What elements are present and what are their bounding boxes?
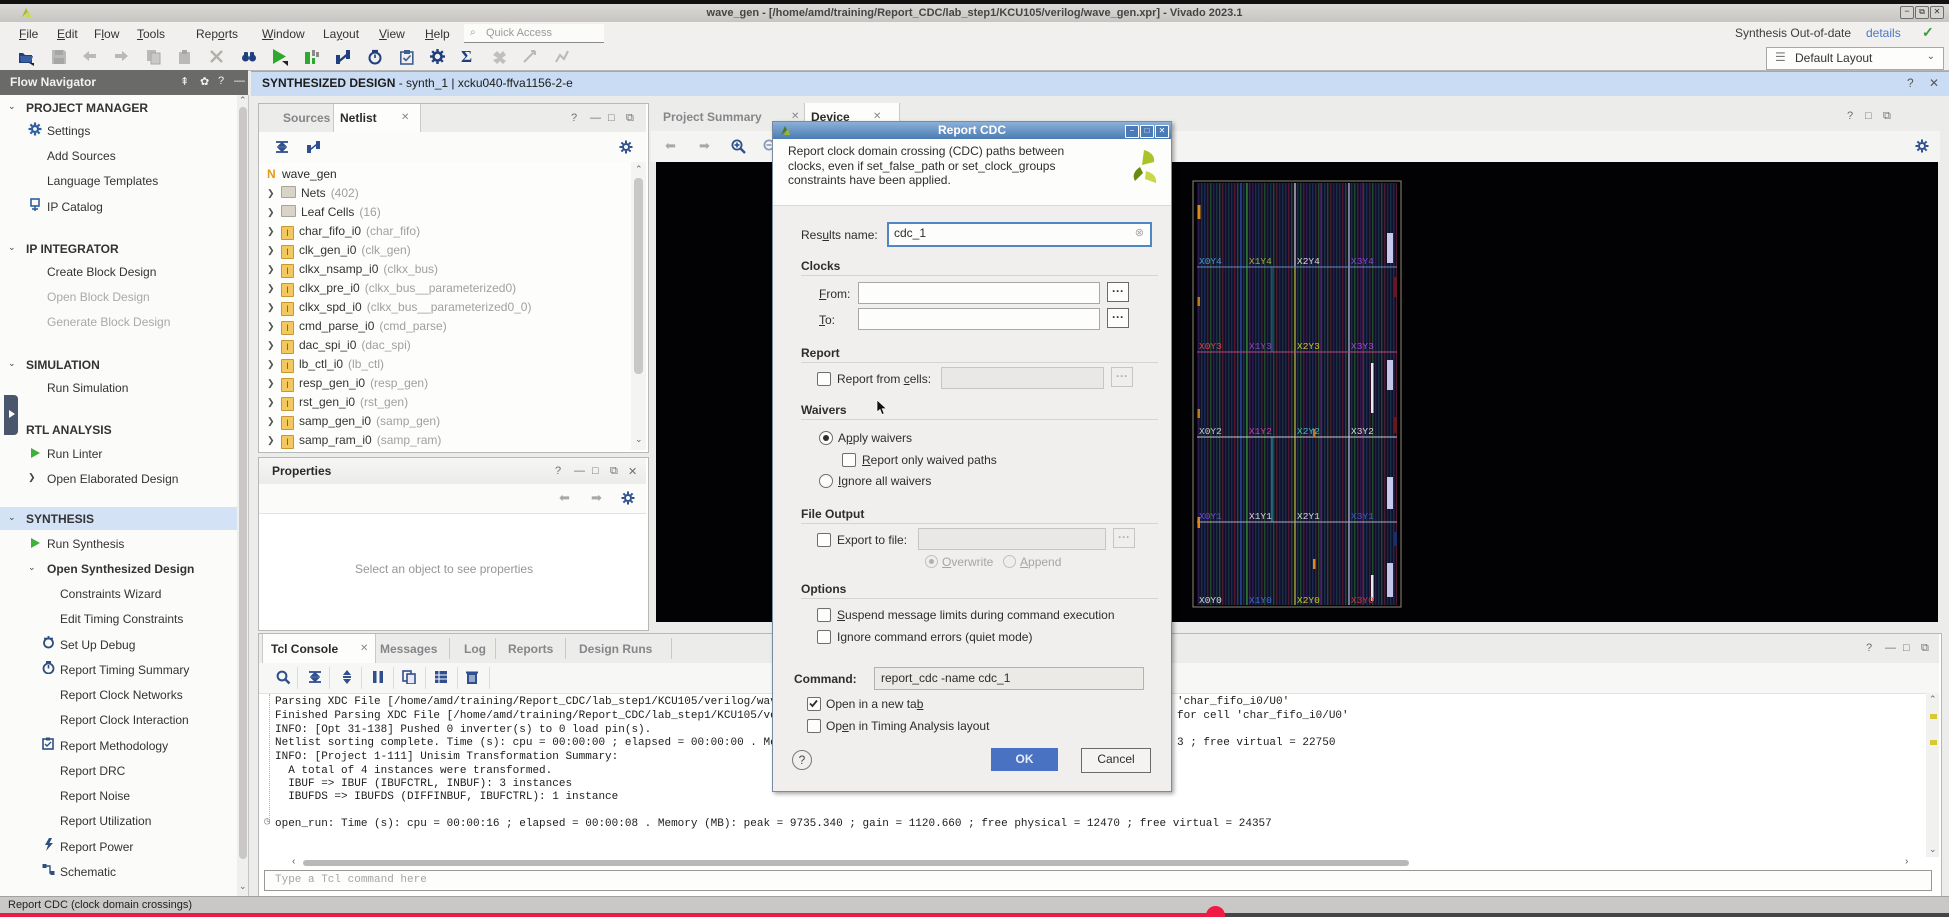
svg-text:X2Y4: X2Y4 <box>1297 256 1320 267</box>
svg-text:X3Y0: X3Y0 <box>1351 595 1374 606</box>
svg-text:X0Y0: X0Y0 <box>1199 595 1222 606</box>
svg-text:X0Y3: X0Y3 <box>1199 341 1222 352</box>
svg-text:X2Y1: X2Y1 <box>1297 511 1320 522</box>
svg-text:Σ: Σ <box>461 47 472 66</box>
svg-text:X1Y4: X1Y4 <box>1249 256 1272 267</box>
svg-text:X1Y1: X1Y1 <box>1249 511 1272 522</box>
svg-text:X2Y2: X2Y2 <box>1297 426 1320 437</box>
svg-text:X2Y0: X2Y0 <box>1297 595 1320 606</box>
svg-text:X2Y3: X2Y3 <box>1297 341 1320 352</box>
svg-text:X3Y1: X3Y1 <box>1351 511 1374 522</box>
svg-text:X3Y2: X3Y2 <box>1351 426 1374 437</box>
svg-text:X3Y3: X3Y3 <box>1351 341 1374 352</box>
svg-text:X1Y0: X1Y0 <box>1249 595 1272 606</box>
svg-text:X0Y4: X0Y4 <box>1199 256 1222 267</box>
svg-text:X3Y4: X3Y4 <box>1351 256 1374 267</box>
svg-text:X0Y1: X0Y1 <box>1199 511 1222 522</box>
svg-text:X1Y3: X1Y3 <box>1249 341 1272 352</box>
svg-text:X1Y2: X1Y2 <box>1249 426 1272 437</box>
svg-text:X0Y2: X0Y2 <box>1199 426 1222 437</box>
